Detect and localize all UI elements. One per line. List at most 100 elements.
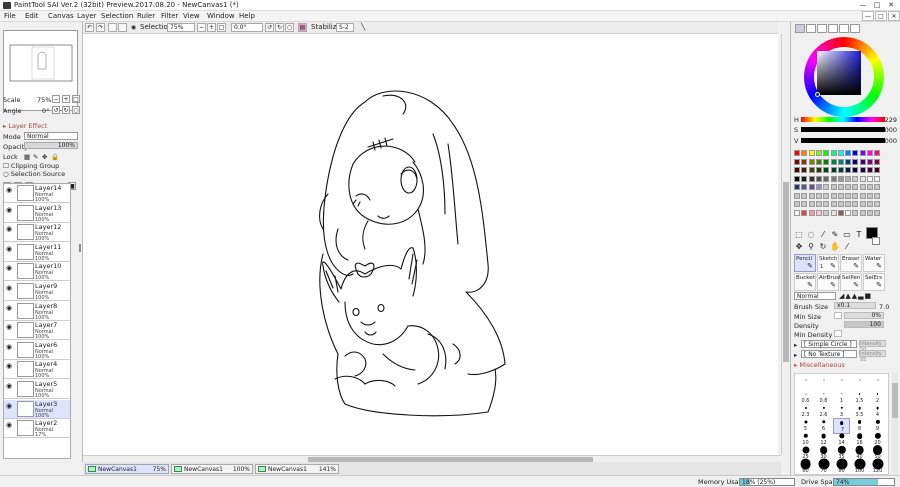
color-swatch[interactable] <box>874 167 881 173</box>
shape-icon[interactable]: ▭ <box>842 229 852 239</box>
rgb-slider-tab-icon[interactable] <box>806 24 816 33</box>
visibility-eye-icon[interactable]: ◉ <box>6 264 14 272</box>
color-swatch[interactable] <box>823 158 830 165</box>
menu-file[interactable]: File <box>4 12 16 20</box>
color-swatch[interactable] <box>830 175 837 182</box>
color-swatch[interactable] <box>823 175 830 182</box>
layer-item[interactable]: ◉ Layer13 Normal 100% <box>4 203 70 223</box>
color-swatch-grid[interactable] <box>794 150 884 220</box>
color-swatch[interactable] <box>852 184 859 190</box>
color-swatch[interactable] <box>845 201 852 207</box>
minimize-button[interactable]: — <box>856 0 870 10</box>
value-slider[interactable] <box>801 138 885 143</box>
color-swatch[interactable] <box>845 150 852 156</box>
secondary-color-swatch[interactable] <box>872 237 880 245</box>
saturation-slider[interactable] <box>801 127 885 132</box>
brush-size-preset[interactable]: 120 <box>869 458 886 474</box>
text-tool-icon[interactable]: T <box>854 229 864 239</box>
color-swatch[interactable] <box>808 184 815 190</box>
color-swatch[interactable] <box>859 158 866 165</box>
blend-mode-select[interactable]: Normal <box>24 132 78 140</box>
color-swatch[interactable] <box>808 201 815 207</box>
color-swatch[interactable] <box>808 158 815 165</box>
layer-list[interactable]: ◉ Layer14 Normal 100% ◉ Layer13 Normal 100% ◉ Lay… <box>3 183 71 459</box>
menu-filter[interactable]: Filter <box>161 12 178 20</box>
color-swatch[interactable] <box>801 201 808 207</box>
color-swatch[interactable] <box>845 167 852 173</box>
zoom-reset-button[interactable]: □ <box>217 23 226 32</box>
zoom-select[interactable]: 75% <box>167 23 195 32</box>
selection-source-checkbox[interactable]: ○ Selection Source <box>3 170 65 178</box>
layer-item[interactable]: ◉ Layer12 Normal 100% <box>4 223 70 243</box>
canvas-tab-3[interactable]: NewCanvas1 141% <box>255 464 339 474</box>
color-swatch[interactable] <box>859 175 866 182</box>
color-swatch[interactable] <box>823 150 830 156</box>
visibility-eye-icon[interactable]: ◉ <box>6 362 14 370</box>
stabilizer-select[interactable]: S-2 <box>336 23 354 32</box>
color-swatch[interactable] <box>837 209 844 216</box>
close-button[interactable]: ✕ <box>884 0 898 10</box>
rotate-reset-button[interactable]: ○ <box>285 23 294 32</box>
visibility-eye-icon[interactable]: ◉ <box>6 382 14 390</box>
min-size-slider[interactable]: 0% <box>844 312 884 319</box>
drawing-canvas[interactable] <box>83 34 778 455</box>
color-swatch[interactable] <box>859 167 866 173</box>
angle-ccw-button[interactable]: ↺ <box>52 106 60 114</box>
color-swatch[interactable] <box>794 209 800 216</box>
color-swatch[interactable] <box>867 184 873 190</box>
lock-transparency-icon[interactable]: ▦ <box>24 153 30 161</box>
color-swatch[interactable] <box>815 150 822 156</box>
density-slider[interactable]: 100 <box>844 321 884 328</box>
color-swatch[interactable] <box>874 184 881 190</box>
brush-tool-sketch[interactable]: Sketch 1 ✎ <box>817 254 839 272</box>
straight-line-icon[interactable]: ╲ <box>361 23 365 31</box>
color-swatch[interactable] <box>867 192 873 199</box>
visibility-eye-icon[interactable]: ◉ <box>6 245 14 253</box>
color-swatch[interactable] <box>874 201 881 207</box>
color-swatch[interactable] <box>815 209 822 216</box>
visibility-eye-icon[interactable]: ◉ <box>6 343 14 351</box>
color-swatch[interactable] <box>823 192 830 199</box>
color-swatch[interactable] <box>859 209 866 216</box>
color-swatch[interactable] <box>845 175 852 182</box>
lock-paint-icon[interactable]: ✎ <box>33 153 38 161</box>
color-swatch[interactable] <box>801 175 808 182</box>
brush-tool-bucket[interactable]: Bucket ✎ <box>794 273 816 291</box>
move-icon[interactable]: ✥ <box>794 241 804 251</box>
brush-tool-selers[interactable]: SelErs ✎ <box>863 273 885 291</box>
canvas-tab-1[interactable]: NewCanvas1 75% <box>85 464 169 474</box>
layer-item[interactable]: ◉ Layer7 Normal 100% <box>4 321 70 341</box>
clipping-group-checkbox[interactable]: ☐ Clipping Group <box>3 162 59 170</box>
angle-reset-button[interactable]: ○ <box>72 106 80 114</box>
brush-size-presets[interactable]: 0.6 0.8 1 1.5 2 2.3 2.6 3 3.5 4 5 6 7 8 9 10 12 14 16 20 25 3… <box>794 373 889 475</box>
color-swatch[interactable] <box>794 192 800 199</box>
lock-all-icon[interactable]: 🔒 <box>51 153 59 161</box>
brush-size-preset[interactable]: 80 <box>833 458 850 474</box>
shape-intensity-slider[interactable]: Intensity 50 <box>859 340 886 353</box>
color-swatch[interactable] <box>830 201 837 207</box>
color-swatch[interactable] <box>830 150 837 156</box>
zoom-out-button[interactable]: − <box>197 23 206 32</box>
brush-size-preset[interactable]: 60 <box>797 458 814 474</box>
color-swatch[interactable] <box>874 158 881 165</box>
texture-intensity-slider[interactable]: Intensity 95 <box>859 350 886 363</box>
right-panel-scrollbar[interactable] <box>892 373 898 475</box>
color-swatch[interactable] <box>852 150 859 156</box>
redo-icon[interactable]: ↷ <box>96 23 105 32</box>
visibility-eye-icon[interactable]: ◉ <box>6 186 14 194</box>
hue-slider[interactable] <box>801 117 885 122</box>
deselect-icon[interactable] <box>108 23 117 32</box>
color-swatch[interactable] <box>801 150 808 156</box>
color-swatch[interactable] <box>867 158 873 165</box>
horizontal-scrollbar[interactable] <box>83 455 781 462</box>
color-swatch[interactable] <box>794 167 800 173</box>
color-swatch[interactable] <box>830 184 837 190</box>
mixer-tab-icon[interactable] <box>850 24 860 33</box>
texture-expand-icon[interactable]: ▸ <box>794 351 797 359</box>
brush-tool-water[interactable]: Water ✎ <box>863 254 885 272</box>
color-swatch[interactable] <box>794 184 800 190</box>
rotate-left-button[interactable]: ↺ <box>265 23 274 32</box>
visibility-eye-icon[interactable]: ◉ <box>6 304 14 312</box>
layer-item[interactable]: ◉ Layer10 Normal 100% <box>4 262 70 282</box>
color-swatch[interactable] <box>808 150 815 156</box>
